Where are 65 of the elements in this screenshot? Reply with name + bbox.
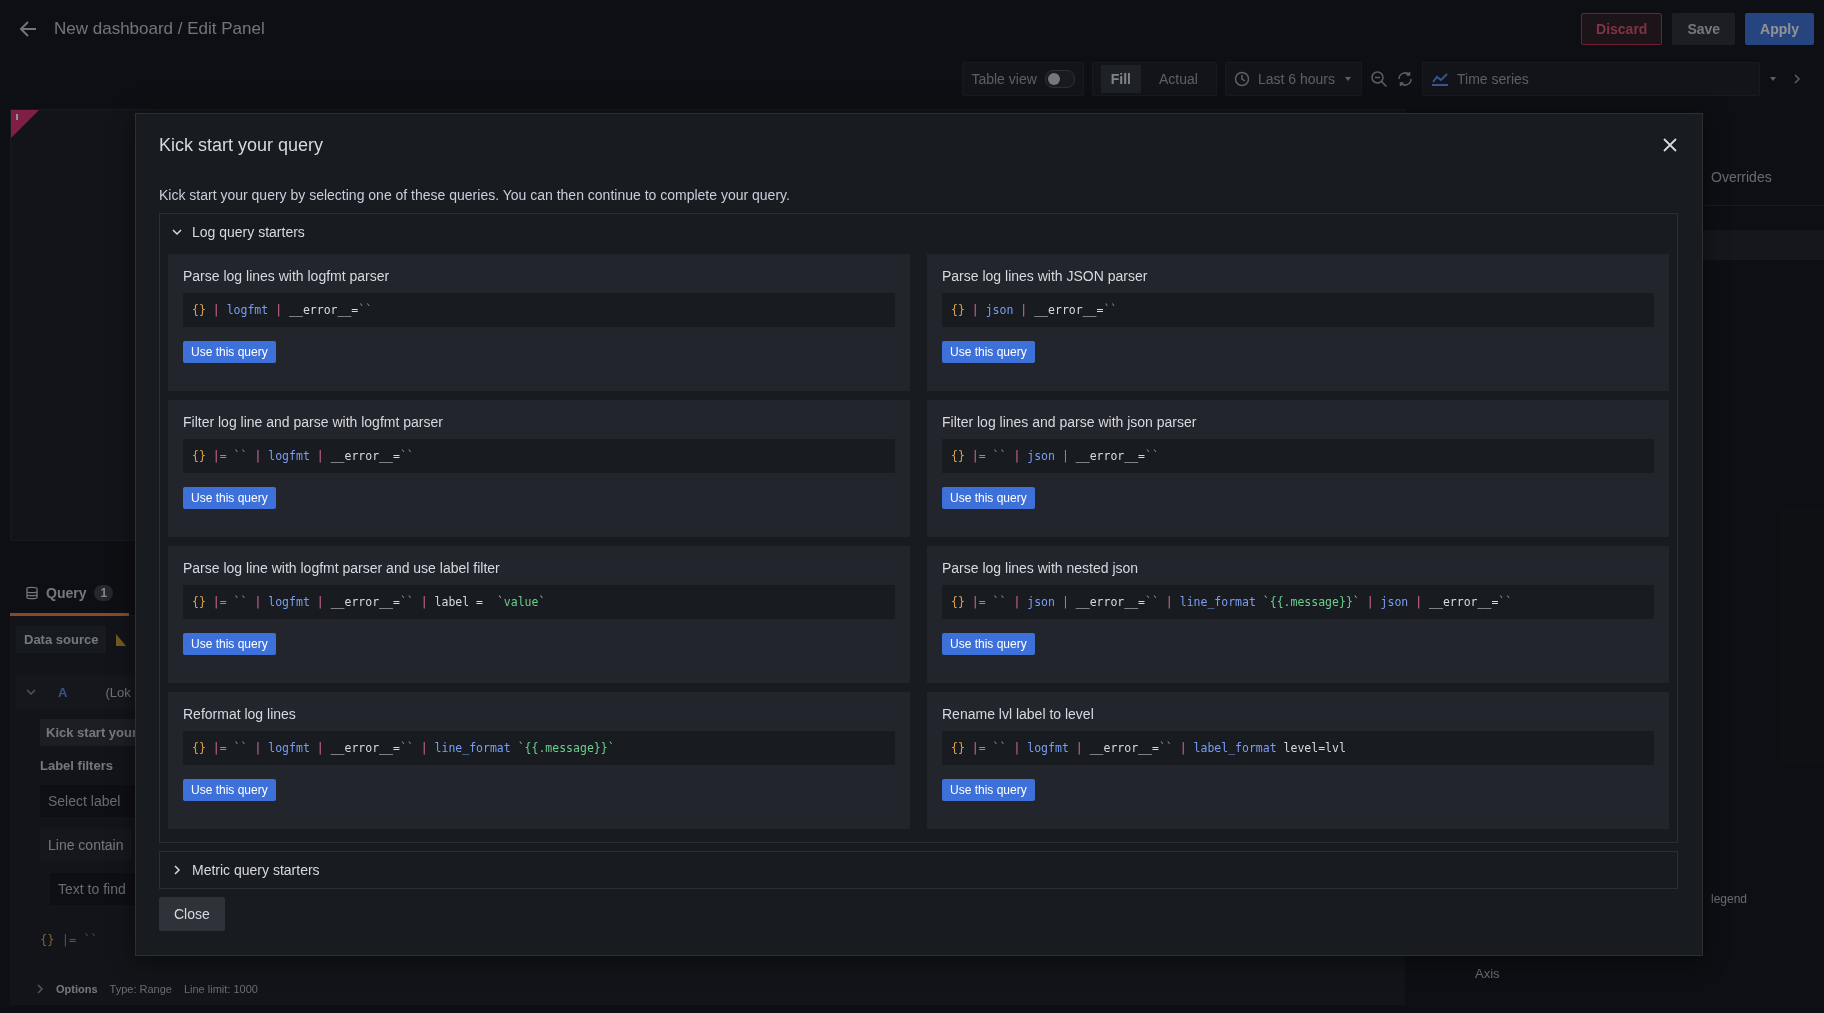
visualization-picker[interactable]: Time series bbox=[1422, 62, 1760, 96]
query-title: Filter log lines and parse with json parser bbox=[942, 414, 1198, 430]
modal-description: Kick start your query by selecting one of these queries. You can then continue to complete your query. bbox=[159, 187, 791, 203]
query-code: {} |= `` | json | __error__=`` | line_format `{{.message}}` | json | __error__=`` bbox=[942, 585, 1654, 619]
data-source-label: Data source bbox=[16, 626, 107, 653]
axis-section-title[interactable]: Axis bbox=[1475, 966, 1500, 981]
use-query-button[interactable]: Use this query bbox=[942, 779, 1035, 801]
query-ref: A bbox=[58, 684, 68, 700]
database-icon bbox=[26, 585, 38, 600]
query-title: Reformat log lines bbox=[183, 706, 297, 722]
chevron-down-icon[interactable] bbox=[26, 687, 36, 697]
chevron-right-icon[interactable] bbox=[1792, 74, 1802, 84]
use-query-button[interactable]: Use this query bbox=[183, 633, 276, 655]
use-query-button[interactable]: Use this query bbox=[942, 633, 1035, 655]
query-code: {} |= `` | logfmt | __error__=`` bbox=[183, 439, 895, 473]
overrides-tab[interactable]: Overrides bbox=[1711, 169, 1772, 185]
legend-label: legend bbox=[1711, 892, 1748, 906]
warning-corner-icon bbox=[11, 110, 39, 138]
use-query-button[interactable]: Use this query bbox=[183, 487, 276, 509]
query-title: Parse log lines with nested json bbox=[942, 560, 1140, 576]
use-query-button[interactable]: Use this query bbox=[942, 487, 1035, 509]
section-header[interactable]: Metric query starters bbox=[160, 852, 1677, 888]
query-code: {} |= `` | logfmt | __error__=`` | label_format level=lvl bbox=[942, 731, 1654, 765]
close-icon[interactable] bbox=[1662, 137, 1678, 153]
toggle-switch[interactable] bbox=[1044, 70, 1075, 88]
mode-tab[interactable]: Fill bbox=[1100, 65, 1141, 93]
query-title: Parse log lines with JSON parser bbox=[942, 268, 1149, 284]
tab-label: Query bbox=[46, 584, 87, 601]
visualization-name: Time series bbox=[1457, 71, 1529, 87]
query-code: {} |= `` | logfmt | __error__=`` | label = `value` bbox=[183, 585, 895, 619]
datasource-logo-icon bbox=[114, 632, 129, 647]
use-query-button[interactable]: Use this query bbox=[183, 779, 276, 801]
close-button[interactable]: Close bbox=[159, 897, 225, 931]
save-button[interactable]: Save bbox=[1672, 12, 1736, 45]
refresh-icon[interactable] bbox=[1396, 70, 1414, 88]
use-query-button[interactable]: Use this query bbox=[183, 341, 276, 363]
section-header[interactable]: Log query starters bbox=[160, 214, 1677, 250]
chart-icon bbox=[1431, 72, 1449, 86]
mode-tab[interactable]: Actual bbox=[1149, 65, 1208, 93]
chevron-right-icon[interactable] bbox=[36, 984, 44, 994]
modal-title: Kick start your query bbox=[159, 134, 324, 156]
clock-icon bbox=[1233, 71, 1250, 87]
apply-button[interactable]: Apply bbox=[1745, 12, 1814, 45]
use-query-button[interactable]: Use this query bbox=[942, 341, 1035, 363]
query-title: Parse log lines with logfmt parser bbox=[183, 268, 391, 284]
query-title: Parse log line with logfmt parser and use label filter bbox=[183, 560, 501, 576]
zoom-out-icon[interactable] bbox=[1370, 70, 1388, 88]
query-code: {} |= `` | json | __error__=`` bbox=[942, 439, 1654, 473]
label-filters-label: Label filters bbox=[40, 758, 113, 773]
datasource-name: (Lok bbox=[105, 684, 131, 700]
query-code: {} | json | __error__=`` bbox=[942, 293, 1654, 327]
query-code: {} |= `` | logfmt | __error__=`` | line_format `{{.message}}` bbox=[183, 731, 895, 765]
time-picker[interactable]: Last 6 hours bbox=[1224, 62, 1362, 96]
toggle-label: Table view bbox=[971, 71, 1037, 87]
time-range-text: Last 6 hours bbox=[1257, 71, 1335, 87]
count-badge: 1 bbox=[94, 584, 114, 601]
options-label[interactable]: Options bbox=[56, 983, 98, 995]
options-type: Type: Range bbox=[109, 983, 172, 995]
query-preview: {} |= `` bbox=[40, 933, 98, 947]
options-line-limit: Line limit: 1000 bbox=[183, 983, 258, 995]
query-title: Rename lvl label to level bbox=[942, 706, 1095, 722]
query-title: Filter log line and parse with logfmt parser bbox=[183, 414, 444, 430]
back-arrow-icon[interactable] bbox=[18, 18, 38, 39]
page-title: New dashboard / Edit Panel bbox=[54, 18, 266, 39]
query-code: {} | logfmt | __error__=`` bbox=[183, 293, 895, 327]
